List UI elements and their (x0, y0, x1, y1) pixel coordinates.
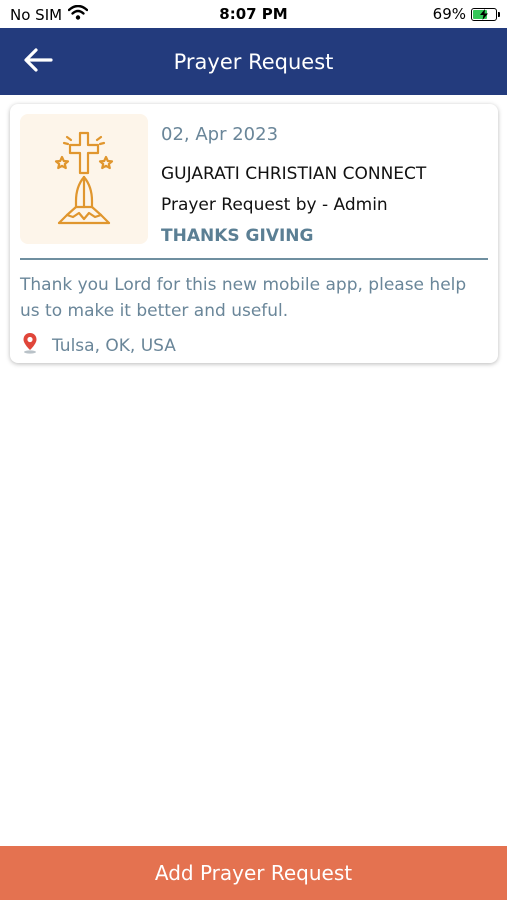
prayer-request-card[interactable]: 02, Apr 2023 GUJARATI CHRISTIAN CONNECT … (10, 104, 498, 363)
app-bar: Prayer Request (0, 28, 507, 95)
location-text: Tulsa, OK, USA (52, 335, 176, 356)
request-date: 02, Apr 2023 (161, 124, 279, 145)
request-message: Thank you Lord for this new mobile app, … (20, 275, 467, 321)
battery-charging-icon (471, 7, 500, 21)
map-pin-icon (22, 332, 38, 359)
request-location: Tulsa, OK, USA (22, 332, 176, 359)
status-time: 8:07 PM (219, 5, 288, 23)
praying-hands-cross-icon (49, 129, 119, 230)
battery-percent: 69% (432, 5, 466, 23)
requested-by: Prayer Request by - Admin (161, 195, 388, 215)
request-category: THANKS GIVING (161, 226, 314, 246)
prayer-thumbnail (20, 114, 148, 244)
add-prayer-request-button[interactable]: Add Prayer Request (0, 846, 507, 900)
card-divider (20, 258, 488, 260)
status-bar: No SIM 8:07 PM 69% (0, 0, 507, 28)
page-title: Prayer Request (173, 50, 334, 74)
status-right: 69% (432, 5, 500, 23)
organization-name: GUJARATI CHRISTIAN CONNECT (161, 164, 427, 184)
